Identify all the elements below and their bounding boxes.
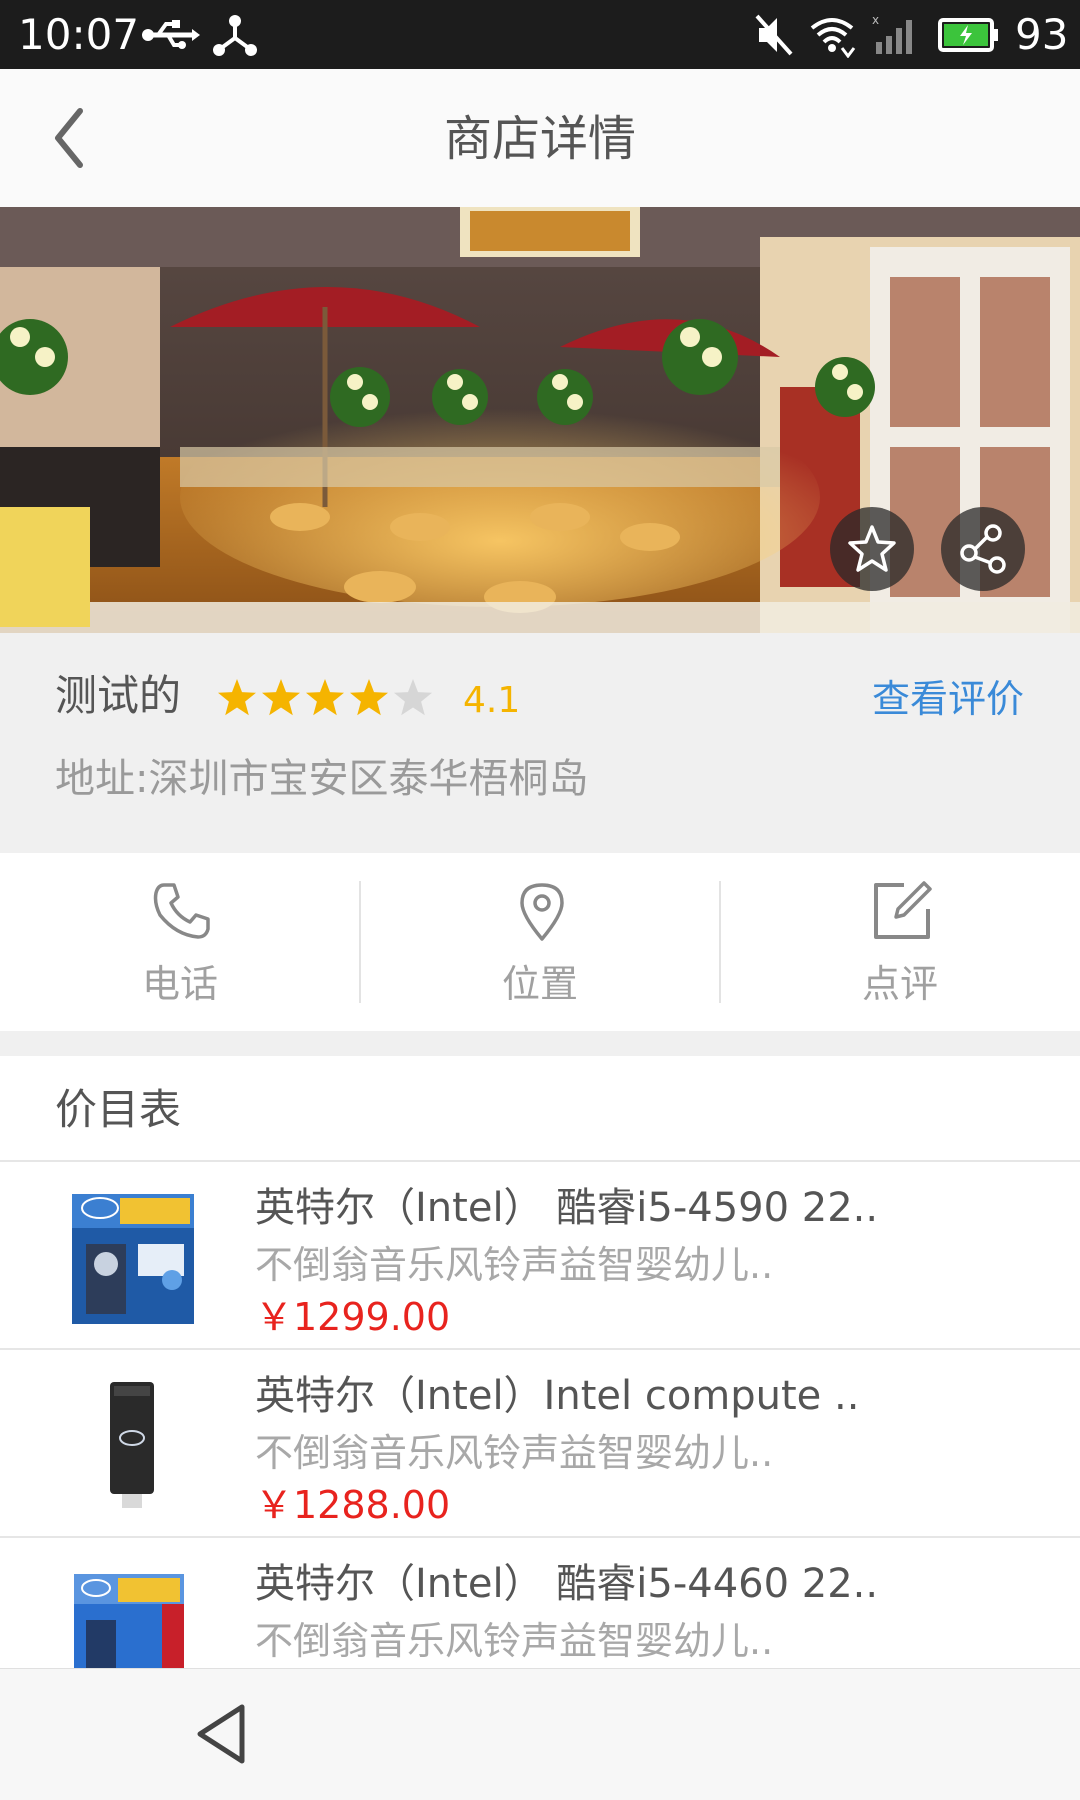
page-title: 商店详情 [443,111,636,167]
svg-text:x: x [872,13,879,27]
rating-value: 4.1 [463,680,521,721]
section-gap [0,1031,1080,1056]
mute-icon [755,14,793,56]
review-button[interactable]: 点评 [720,853,1080,1031]
share-nodes-icon [213,15,257,56]
product-description: 不倒翁音乐风铃声益智婴幼儿.. [255,1243,774,1287]
shop-banner-image [0,207,1080,633]
battery-level: 93 [1015,10,1069,59]
shop-address: 地址:深圳市宝安区泰华梧桐岛 [55,756,589,802]
price-list-header: 价目表 [0,1056,1080,1162]
call-label: 电话 [141,962,218,1006]
status-time: 10:07 [18,10,140,59]
shop-name: 测试的 [55,671,182,720]
usb-icon [142,20,200,49]
view-reviews-link[interactable]: 查看评价 [872,673,1024,725]
wifi-icon [810,18,856,58]
rating-star [306,679,344,716]
system-nav-bar [0,1668,1080,1800]
signal-icon: x [872,13,912,54]
location-label: 位置 [501,962,578,1006]
product-title: 英特尔（Intel） 酷睿i5-4590 22.. [255,1185,879,1231]
product-thumbnail [110,1382,154,1508]
status-bar: 10:07 x 93 [0,0,1080,69]
phone-icon [153,883,210,939]
list-item[interactable]: 英特尔（Intel）Intel compute .. 不倒翁音乐风铃声益智婴幼儿… [0,1350,1080,1538]
product-thumbnail [72,1194,194,1324]
location-pin-icon [520,883,564,941]
nav-back-icon[interactable] [190,1699,260,1769]
product-title: 英特尔（Intel） 酷睿i5-4460 22.. [255,1561,879,1607]
share-button[interactable] [941,507,1025,591]
rating-star [350,679,388,716]
rating-star [394,679,432,716]
product-description: 不倒翁音乐风铃声益智婴幼儿.. [255,1431,774,1475]
shop-info: 测试的 4.1 查看评价 地址:深圳市宝安区泰华梧桐岛 [0,633,1080,853]
battery-charging-icon [938,18,998,52]
star-outline-icon [848,525,896,572]
product-description: 不倒翁音乐风铃声益智婴幼儿.. [255,1619,774,1663]
price-list-title: 价目表 [55,1085,182,1134]
product-price: ￥1299.00 [255,1295,451,1339]
favorite-button[interactable] [830,507,914,591]
call-button[interactable]: 电话 [0,853,360,1031]
product-title: 英特尔（Intel）Intel compute .. [255,1373,860,1419]
shop-photo [0,207,1080,633]
title-bar: 商店详情 [0,69,1080,207]
location-button[interactable]: 位置 [360,853,720,1031]
share-icon [960,524,1006,574]
list-item[interactable]: 英特尔（Intel） 酷睿i5-4590 22.. 不倒翁音乐风铃声益智婴幼儿.… [0,1162,1080,1350]
rating-star [262,679,300,716]
product-price: ￥1288.00 [255,1483,451,1527]
action-bar: 电话 位置 点评 [0,853,1080,1031]
review-label: 点评 [861,962,938,1006]
rating-stars [218,679,432,716]
edit-icon [874,881,932,939]
rating-star [218,679,256,716]
